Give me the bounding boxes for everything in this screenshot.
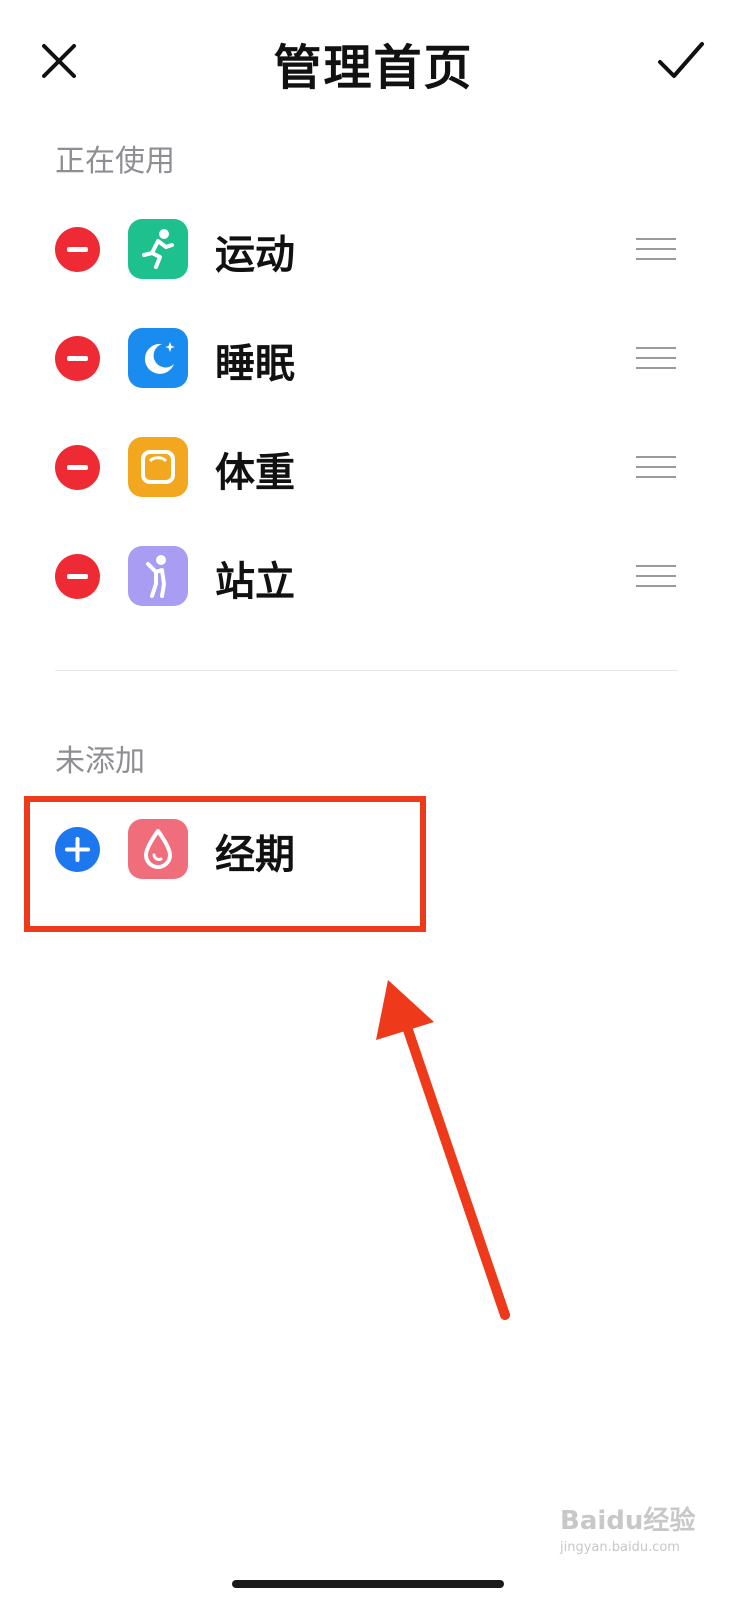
remove-button[interactable] [55, 336, 100, 381]
list-item-sleep: 睡眠 [0, 307, 747, 407]
drag-handle-icon[interactable] [636, 456, 676, 480]
list-item-standing: 站立 [0, 525, 747, 625]
section-label-not-added: 未添加 [55, 744, 145, 779]
home-indicator[interactable] [232, 1580, 504, 1588]
remove-button[interactable] [55, 554, 100, 599]
page-title: 管理首页 [273, 40, 474, 96]
watermark-logo: Baidu经验 [560, 1506, 696, 1536]
item-label: 运动 [215, 232, 295, 278]
remove-button[interactable] [55, 227, 100, 272]
annotation-arrow-icon [376, 980, 510, 1320]
item-label: 睡眠 [215, 341, 295, 387]
item-label: 站立 [215, 559, 295, 605]
running-icon [128, 219, 188, 279]
confirm-button[interactable] [656, 40, 706, 84]
standing-icon [128, 546, 188, 606]
section-divider [55, 670, 677, 671]
scale-icon [128, 437, 188, 497]
moon-icon [128, 328, 188, 388]
list-item-exercise: 运动 [0, 198, 747, 298]
remove-button[interactable] [55, 445, 100, 490]
watermark-url: jingyan.baidu.com [560, 1540, 680, 1555]
check-icon [658, 42, 704, 78]
drag-handle-icon[interactable] [636, 238, 676, 262]
drag-handle-icon[interactable] [636, 565, 676, 589]
drag-handle-icon[interactable] [636, 347, 676, 371]
annotation-highlight-box [24, 796, 426, 932]
section-label-in-use: 正在使用 [55, 144, 175, 179]
list-item-weight: 体重 [0, 416, 747, 516]
item-label: 体重 [215, 450, 295, 496]
